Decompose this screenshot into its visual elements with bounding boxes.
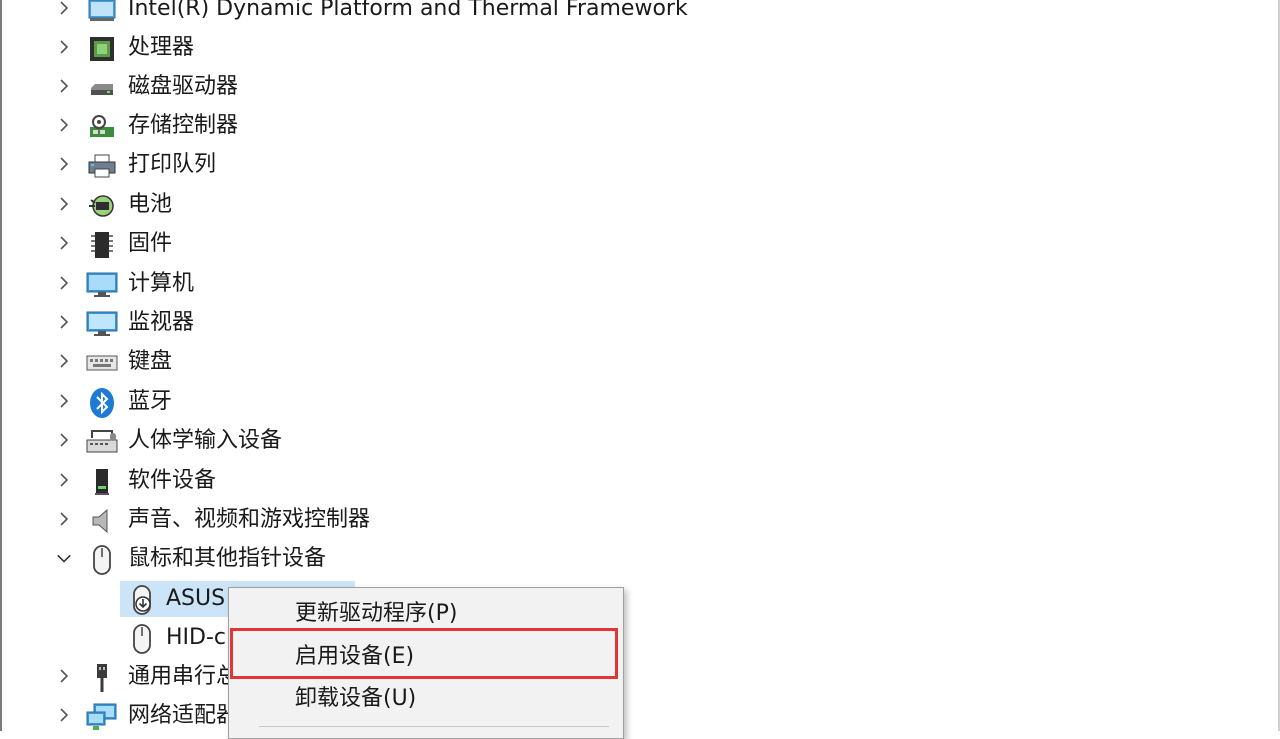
menu-item-enable-device[interactable]: 启用设备(E) bbox=[229, 637, 623, 677]
chevron-right-icon[interactable] bbox=[56, 0, 72, 16]
keyboard-icon bbox=[86, 347, 118, 379]
disk-drive-icon bbox=[86, 72, 118, 104]
printer-icon bbox=[86, 150, 118, 182]
tree-item-processor[interactable]: 处理器 bbox=[0, 29, 1000, 68]
context-menu: 更新驱动程序(P) 启用设备(E) 卸载设备(U) bbox=[228, 587, 624, 739]
network-adapter-icon bbox=[86, 701, 118, 733]
tree-item-sound-video-game[interactable]: 声音、视频和游戏控制器 bbox=[0, 501, 1000, 540]
chevron-right-icon[interactable] bbox=[56, 314, 72, 330]
tree-item-label: Intel(R) Dynamic Platform and Thermal Fr… bbox=[128, 0, 688, 21]
software-device-icon bbox=[86, 466, 118, 498]
chevron-down-icon[interactable] bbox=[56, 550, 72, 566]
tree-item-label: 鼠标和其他指针设备 bbox=[128, 546, 327, 571]
tree-item-bluetooth[interactable]: 蓝牙 bbox=[0, 383, 1000, 422]
chevron-right-icon[interactable] bbox=[56, 432, 72, 448]
chevron-right-icon[interactable] bbox=[56, 353, 72, 369]
mouse-icon bbox=[86, 544, 118, 576]
tree-item-intel-dptf[interactable]: Intel(R) Dynamic Platform and Thermal Fr… bbox=[0, 0, 1000, 29]
tree-item-disk-drives[interactable]: 磁盘驱动器 bbox=[0, 68, 1000, 107]
tree-item-mice-pointing[interactable]: 鼠标和其他指针设备 bbox=[0, 540, 1000, 579]
tree-item-label: 软件设备 bbox=[128, 468, 217, 493]
chevron-right-icon[interactable] bbox=[56, 275, 72, 291]
tree-item-label: 磁盘驱动器 bbox=[128, 74, 239, 99]
computer-monitor-icon bbox=[86, 269, 118, 301]
chevron-right-icon[interactable] bbox=[56, 511, 72, 527]
tree-item-storage-controllers[interactable]: 存储控制器 bbox=[0, 107, 1000, 146]
menu-item-uninstall-device[interactable]: 卸载设备(U) bbox=[229, 679, 623, 719]
chevron-right-icon[interactable] bbox=[56, 668, 72, 684]
tree-item-label: 监视器 bbox=[128, 310, 195, 335]
tree-item-label: 人体学输入设备 bbox=[128, 428, 283, 453]
tree-item-label: 电池 bbox=[128, 192, 173, 217]
storage-controller-icon bbox=[86, 111, 118, 143]
disabled-mouse-icon bbox=[126, 584, 158, 616]
monitor-icon bbox=[86, 308, 118, 340]
mouse-icon bbox=[126, 623, 158, 655]
tree-item-software-devices[interactable]: 软件设备 bbox=[0, 462, 1000, 501]
computer-folder-icon bbox=[86, 0, 118, 26]
tree-item-label: 存储控制器 bbox=[128, 113, 239, 138]
menu-item-label: 卸载设备(U) bbox=[295, 686, 417, 711]
tree-item-label: 固件 bbox=[128, 231, 173, 256]
chevron-right-icon[interactable] bbox=[56, 156, 72, 172]
chevron-right-icon[interactable] bbox=[56, 196, 72, 212]
tree-item-firmware[interactable]: 固件 bbox=[0, 225, 1000, 264]
menu-separator bbox=[259, 726, 609, 727]
menu-item-label: 启用设备(E) bbox=[295, 644, 415, 669]
tree-item-label: 声音、视频和游戏控制器 bbox=[128, 507, 371, 532]
chevron-right-icon[interactable] bbox=[56, 117, 72, 133]
chevron-right-icon[interactable] bbox=[56, 472, 72, 488]
tree-item-label: 网络适配器 bbox=[128, 703, 239, 728]
tree-item-monitors[interactable]: 监视器 bbox=[0, 304, 1000, 343]
firmware-chip-icon bbox=[86, 229, 118, 261]
battery-icon bbox=[86, 190, 118, 222]
chevron-right-icon[interactable] bbox=[56, 78, 72, 94]
tree-item-battery[interactable]: 电池 bbox=[0, 186, 1000, 225]
usb-icon bbox=[86, 662, 118, 694]
chevron-right-icon[interactable] bbox=[56, 39, 72, 55]
tree-item-label: ASUS bbox=[166, 586, 226, 611]
tree-item-hid[interactable]: 人体学输入设备 bbox=[0, 422, 1000, 461]
tree-item-computer[interactable]: 计算机 bbox=[0, 265, 1000, 304]
tree-item-label: 通用串行总 bbox=[128, 664, 239, 689]
tree-item-label: 处理器 bbox=[128, 35, 195, 60]
tree-item-label: HID-c bbox=[166, 625, 227, 650]
speaker-icon bbox=[86, 505, 118, 537]
menu-item-label: 更新驱动程序(P) bbox=[295, 601, 458, 626]
chevron-right-icon[interactable] bbox=[56, 393, 72, 409]
processor-chip-icon bbox=[86, 33, 118, 65]
tree-item-label: 打印队列 bbox=[128, 152, 217, 177]
tree-item-print-queues[interactable]: 打印队列 bbox=[0, 146, 1000, 185]
tree-item-label: 计算机 bbox=[128, 271, 195, 296]
bluetooth-icon bbox=[86, 387, 118, 419]
menu-item-update-driver[interactable]: 更新驱动程序(P) bbox=[229, 594, 623, 634]
chevron-right-icon[interactable] bbox=[56, 707, 72, 723]
tree-item-label: 蓝牙 bbox=[128, 389, 173, 414]
chevron-right-icon[interactable] bbox=[56, 235, 72, 251]
tree-item-label: 键盘 bbox=[128, 349, 173, 374]
hid-icon bbox=[86, 426, 118, 458]
tree-item-keyboards[interactable]: 键盘 bbox=[0, 343, 1000, 382]
